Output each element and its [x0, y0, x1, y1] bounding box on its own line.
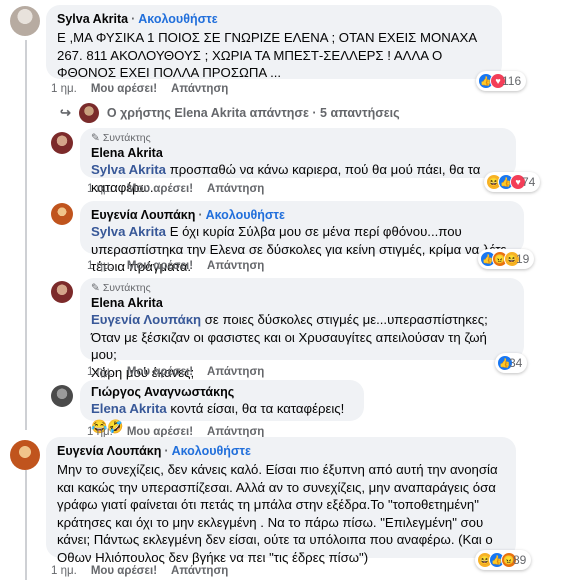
timestamp[interactable]: 1 ημ.: [51, 83, 77, 95]
avatar[interactable]: [51, 203, 73, 225]
avatar: [78, 103, 99, 123]
comment-actions: 1 ημ. Μου αρέσει! Απάντηση: [51, 564, 242, 578]
like-button[interactable]: Μου αρέσει!: [127, 183, 193, 195]
mention-link[interactable]: Ευγενία Λουπάκη: [91, 312, 201, 327]
replies-link-text[interactable]: Ο χρήστης Elena Akrita απάντησε · 5 απαν…: [107, 106, 400, 120]
replies-link[interactable]: ↪ Ο χρήστης Elena Akrita απάντησε · 5 απ…: [60, 103, 400, 123]
reply-button[interactable]: Απάντηση: [207, 366, 264, 378]
mention-link[interactable]: Elena Akrita: [91, 401, 167, 416]
reply-button[interactable]: Απάντηση: [207, 183, 264, 195]
like-button[interactable]: Μου αρέσει!: [91, 83, 157, 95]
avatar[interactable]: [10, 440, 40, 470]
author-label: Συντάκτης: [102, 132, 151, 144]
comment-bubble: Ευγενία Λουπάκη · Ακολουθήστε Sylva Akrita…: [80, 201, 524, 274]
mention-link[interactable]: Sylva Akrita: [91, 224, 166, 239]
reaction-summary[interactable]: 👍 34: [495, 353, 528, 373]
comment-author[interactable]: Γιώργος Αναγνωστάκης: [91, 385, 234, 399]
reply-button[interactable]: Απάντηση: [207, 260, 264, 272]
timestamp[interactable]: 1 ημ.: [87, 183, 113, 195]
reaction-count: 19: [516, 252, 530, 266]
avatar[interactable]: [51, 281, 73, 303]
reply-arrow-icon: ↪: [60, 105, 71, 120]
pencil-icon: ✎: [91, 282, 100, 294]
comment-bubble: ✎ Συντάκτης Elena Akrita Ευγενία Λουπάκη …: [80, 278, 524, 380]
reaction-summary[interactable]: 😆 👍 😠 89: [475, 550, 532, 570]
comment-author[interactable]: Elena Akrita: [91, 146, 163, 160]
avatar[interactable]: [10, 6, 40, 36]
thread-line: [25, 40, 27, 430]
reaction-count: 116: [502, 74, 522, 88]
comment-bubble: Sylva Akrita · Ακολουθήστε Ε ,ΜΑ ΦΥΣΙΚΑ 1 …: [46, 5, 502, 81]
author-badge: ✎ Συντάκτης: [91, 132, 505, 145]
comment-actions: 1 ημ. Μου αρέσει! Απάντηση: [51, 82, 242, 96]
reaction-summary[interactable]: 👍 ♥ 116: [476, 71, 527, 91]
reply-button[interactable]: Απάντηση: [171, 83, 228, 95]
comment-author[interactable]: Elena Akrita: [91, 296, 163, 310]
comment-author[interactable]: Sylva Akrita: [57, 12, 128, 26]
mention-link[interactable]: Sylva Akrita: [91, 162, 166, 177]
timestamp[interactable]: 1 ημ.: [51, 565, 77, 577]
reaction-count: 34: [509, 356, 523, 370]
reply-button[interactable]: Απάντηση: [171, 565, 228, 577]
like-button[interactable]: Μου αρέσει!: [127, 260, 193, 272]
reaction-summary[interactable]: 😆 👍 ♥ 74: [484, 172, 541, 192]
follow-button[interactable]: Ακολουθήστε: [172, 444, 251, 458]
reaction-count: 89: [513, 553, 527, 567]
avatar[interactable]: [51, 132, 73, 154]
separator: ·: [131, 12, 136, 26]
pencil-icon: ✎: [91, 132, 100, 144]
follow-button[interactable]: Ακολουθήστε: [138, 12, 217, 26]
comment-actions: 1 ημ. Μου αρέσει! Απάντηση: [87, 182, 278, 196]
comment-bubble: ✎ Συντάκτης Elena Akrita Sylva Akrita προ…: [80, 128, 516, 195]
author-badge: ✎ Συντάκτης: [91, 282, 513, 295]
separator: ·: [198, 208, 203, 222]
separator: ·: [164, 444, 169, 458]
thread-line-bottom: [25, 470, 27, 580]
comment-actions: 1 ημ. Μου αρέσει! Απάντηση: [87, 259, 278, 273]
comment-bubble: Γιώργος Αναγνωστάκης Elena Akrita κοντά …: [80, 380, 364, 434]
comment-text: Μην το συνεχίζεις, δεν κάνεις καλό. Είσα…: [57, 462, 498, 565]
author-label: Συντάκτης: [102, 282, 151, 294]
comment-author[interactable]: Ευγενία Λουπάκη: [91, 208, 195, 222]
timestamp[interactable]: 1 ημ.: [87, 260, 113, 272]
like-button[interactable]: Μου αρέσει!: [127, 366, 193, 378]
comment-bubble: Ευγενία Λουπάκη · Ακολουθήστε Μην το συνεχ…: [46, 437, 516, 565]
follow-button[interactable]: Ακολουθήστε: [206, 208, 285, 222]
comment-author[interactable]: Ευγενία Λουπάκη: [57, 444, 161, 458]
comment-text: Ε ,ΜΑ ΦΥΣΙΚΑ 1 ΠΟΙΟΣ ΣΕ ΓΝΩΡΙΖΕ ΕΛΕΝΑ ; …: [57, 30, 477, 81]
reaction-summary[interactable]: 👍 😠 😆 19: [478, 249, 535, 269]
like-button[interactable]: Μου αρέσει!: [91, 565, 157, 577]
comment-actions: 1 ημ. Μου αρέσει! Απάντηση: [87, 365, 278, 379]
reaction-count: 74: [522, 175, 536, 189]
avatar[interactable]: [51, 385, 73, 407]
timestamp[interactable]: 1 ημ.: [87, 366, 113, 378]
